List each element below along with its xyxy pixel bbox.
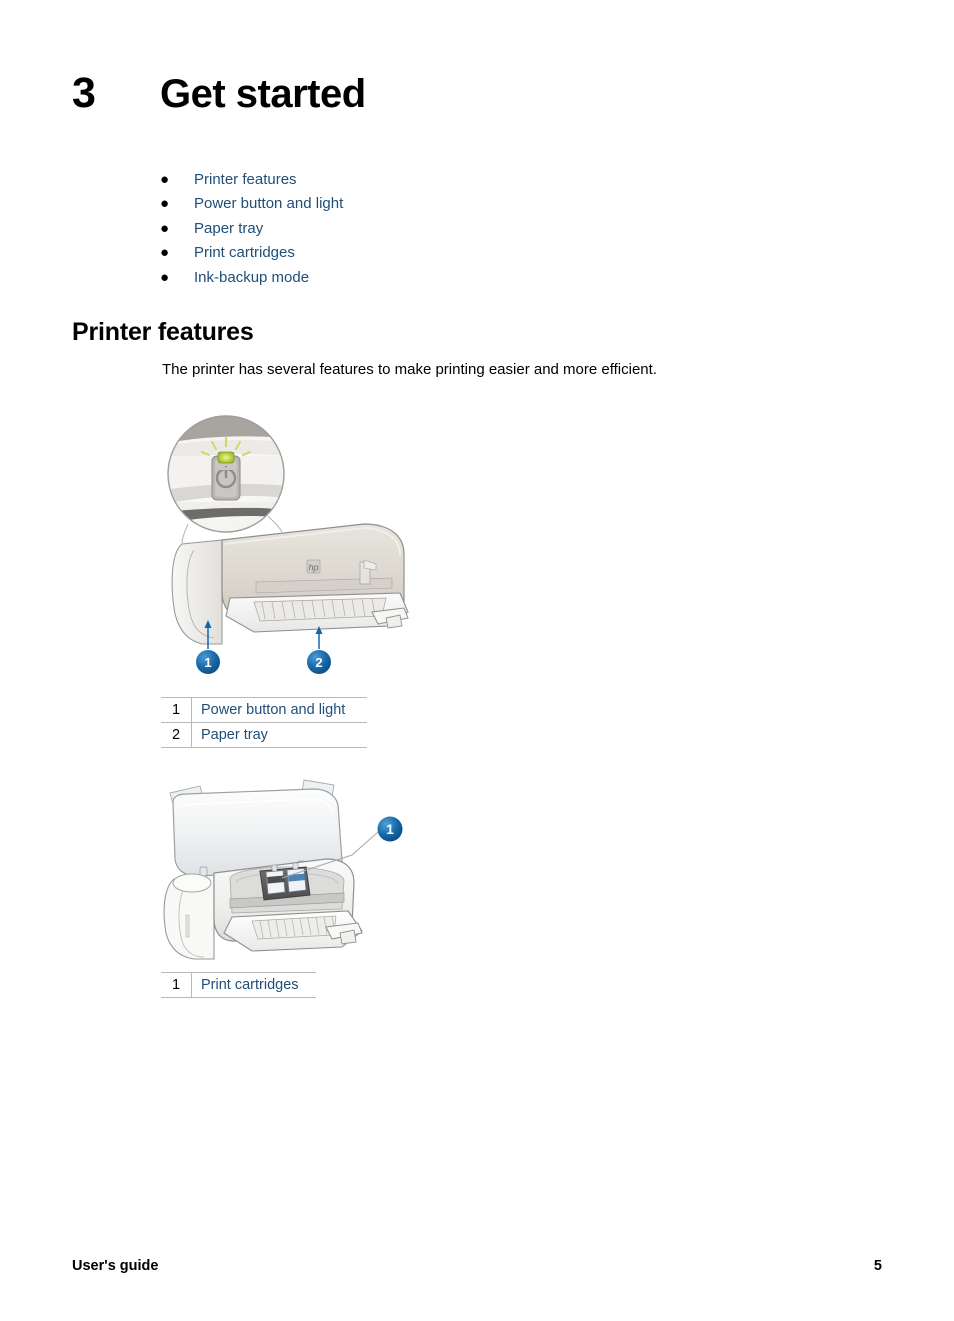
figure-two-legend-table: 1 Print cartridges xyxy=(161,972,316,998)
link-ink-backup-mode[interactable]: Ink-backup mode xyxy=(194,268,309,288)
section-link-list: ● Printer features ● Power button and li… xyxy=(160,170,760,292)
bullet-icon: ● xyxy=(160,268,170,286)
cartridge-nub-right xyxy=(292,862,299,870)
magnifier-leader-right xyxy=(267,515,283,533)
callout-badge-2-number: 2 xyxy=(315,655,322,670)
power-light-led xyxy=(217,451,235,464)
printer-left-top-curve xyxy=(172,873,212,893)
legend-label-paper-tray[interactable]: Paper tray xyxy=(191,722,367,748)
callout-badge-1-number: 1 xyxy=(386,822,394,837)
page-title: Get started xyxy=(160,72,366,116)
list-item[interactable]: ● Power button and light xyxy=(160,194,760,218)
figure-one-legend-table: 1 Power button and light 2 Paper tray xyxy=(161,697,367,748)
list-item[interactable]: ● Printer features xyxy=(160,170,760,194)
section-paragraph: The printer has several features to make… xyxy=(162,361,657,378)
list-item[interactable]: ● Print cartridges xyxy=(160,243,760,267)
legend-number: 1 xyxy=(161,697,192,723)
bullet-icon: ● xyxy=(160,219,170,237)
cartridge-nub-left xyxy=(271,864,278,872)
legend-label-print-cartridges[interactable]: Print cartridges xyxy=(191,972,316,998)
magnifier-leader-left xyxy=(181,523,189,545)
list-item[interactable]: ● Paper tray xyxy=(160,219,760,243)
bullet-icon: ● xyxy=(160,195,170,213)
table-row: 1 Print cartridges xyxy=(161,972,316,998)
footer-page-number: 5 xyxy=(873,1258,882,1274)
legend-number: 1 xyxy=(161,972,192,998)
callout-2-group: 2 xyxy=(307,626,331,674)
figure-printer-front-view: hp 1 2 xyxy=(164,412,414,687)
link-print-cartridges[interactable]: Print cartridges xyxy=(194,243,295,263)
link-paper-tray[interactable]: Paper tray xyxy=(194,219,263,239)
paper-stop xyxy=(339,929,357,945)
page-footer: User's guide 5 xyxy=(72,1258,882,1274)
chapter-number: 3 xyxy=(72,69,96,117)
left-vent xyxy=(185,914,190,938)
footer-document-title: User's guide xyxy=(72,1258,159,1274)
document-page: 3 Get started ● Printer features ● Power… xyxy=(0,0,954,1321)
power-button-magnifier xyxy=(167,415,285,533)
hp-logo: hp xyxy=(306,559,321,574)
paper-tray xyxy=(225,592,409,633)
chapter-heading: 3 Get started xyxy=(72,72,366,115)
section-heading: Printer features xyxy=(72,318,254,346)
table-row: 2 Paper tray xyxy=(161,722,367,748)
bullet-icon: ● xyxy=(160,171,170,188)
callout-badge-1-number: 1 xyxy=(204,655,211,670)
paper-tray xyxy=(223,910,363,952)
figure-printer-open-cover: 1 xyxy=(156,775,418,965)
link-printer-features[interactable]: Printer features xyxy=(194,170,297,190)
svg-text:hp: hp xyxy=(308,563,318,573)
bullet-icon: ● xyxy=(160,244,170,262)
legend-number: 2 xyxy=(161,722,192,748)
list-item[interactable]: ● Ink-backup mode xyxy=(160,268,760,292)
legend-label-power-button-and-light[interactable]: Power button and light xyxy=(191,697,367,723)
link-power-button-and-light[interactable]: Power button and light xyxy=(194,194,343,214)
table-row: 1 Power button and light xyxy=(161,697,367,723)
